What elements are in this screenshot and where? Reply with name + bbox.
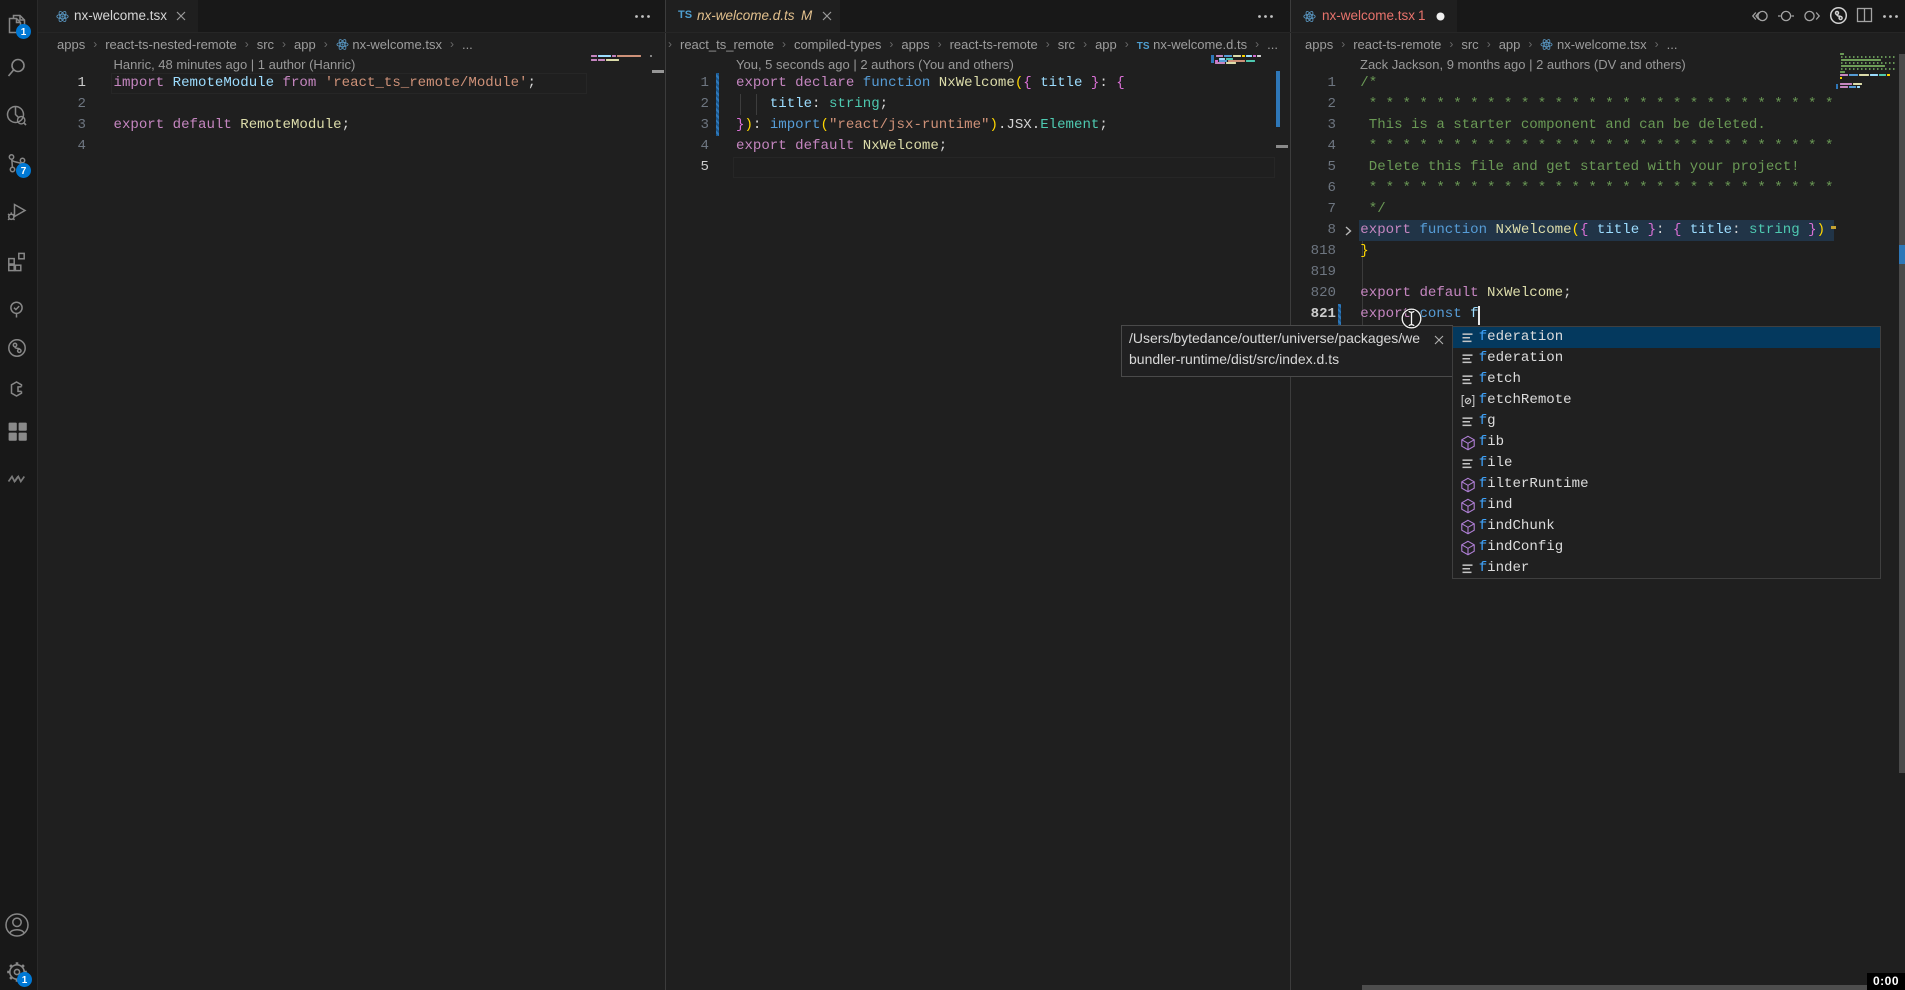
svg-text:1: 1 [20, 27, 26, 38]
svg-text:1: 1 [21, 975, 27, 986]
svg-text:7: 7 [21, 166, 27, 177]
